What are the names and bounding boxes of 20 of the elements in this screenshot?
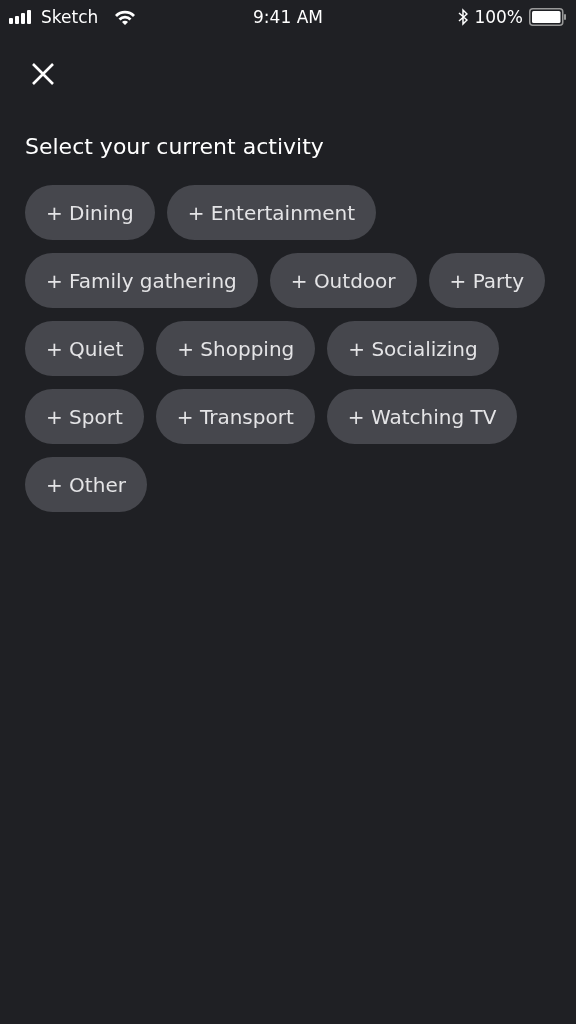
activity-chip[interactable]: + Socializing [327,321,499,376]
status-time: 9:41 AM [253,7,323,27]
wifi-icon [114,9,137,25]
activity-chip[interactable]: + Transport [155,389,315,444]
activity-chip[interactable]: + Dining [25,185,155,240]
activity-chip[interactable]: + Shopping [156,321,316,376]
activity-chip[interactable]: + Party [428,253,545,308]
activity-chip[interactable]: + Sport [25,389,144,444]
activity-chip[interactable]: + Outdoor [269,253,417,308]
page-title: Select your current activity [25,134,325,159]
activity-chip[interactable]: + Other [25,457,147,512]
carrier-name: Sketch [41,7,99,27]
close-icon [31,62,55,86]
activity-chip[interactable]: + Family gathering [25,253,258,308]
activity-chip[interactable]: + Entertainment [166,185,377,240]
battery-icon [529,8,567,26]
battery-percentage: 100% [474,7,523,27]
activity-chip[interactable]: + Quiet [25,321,145,376]
bluetooth-icon [458,8,469,26]
activity-chip[interactable]: + Watching TV [326,389,518,444]
